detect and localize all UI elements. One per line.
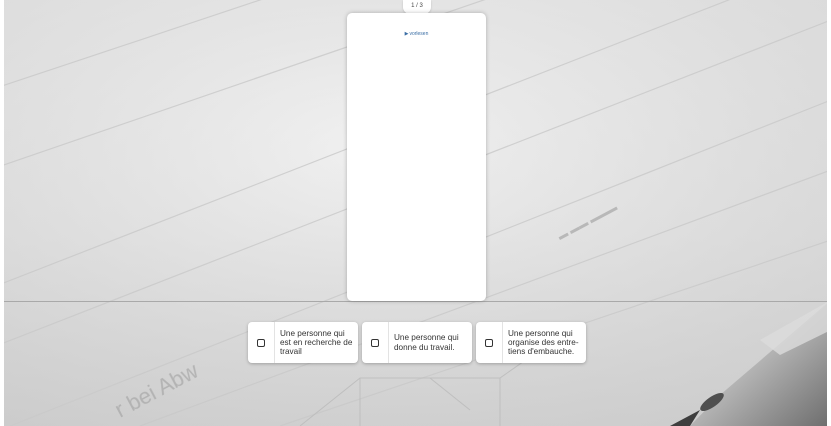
page-counter: 1 / 3 xyxy=(403,0,431,14)
option-label: Une personne qui organise des entre- tie… xyxy=(508,328,579,357)
right-frame-edge xyxy=(827,0,831,426)
option-checkbox-cell[interactable] xyxy=(476,322,503,363)
option-checkbox-cell[interactable] xyxy=(362,322,389,363)
checkbox-icon[interactable] xyxy=(371,338,379,347)
horizontal-divider xyxy=(4,301,827,302)
option-label: Une personne qui donne du travail. xyxy=(394,333,459,352)
play-icon: ▶ xyxy=(404,31,409,37)
read-aloud-label: vorlesen xyxy=(409,31,429,37)
answer-option-1[interactable]: Une personne qui est en recherche de tra… xyxy=(248,322,358,363)
option-checkbox-cell[interactable] xyxy=(248,322,275,363)
option-label: Une personne qui est en recherche de tra… xyxy=(280,328,353,357)
left-frame-edge xyxy=(0,0,4,426)
content-card: ▶vorlesen xyxy=(347,13,486,301)
checkbox-icon[interactable] xyxy=(485,338,493,347)
read-aloud-button[interactable]: ▶vorlesen xyxy=(347,31,486,37)
checkbox-icon[interactable] xyxy=(257,338,265,347)
answer-option-2[interactable]: Une personne qui donne du travail. xyxy=(362,322,472,363)
answer-option-3[interactable]: Une personne qui organise des entre- tie… xyxy=(476,322,586,363)
